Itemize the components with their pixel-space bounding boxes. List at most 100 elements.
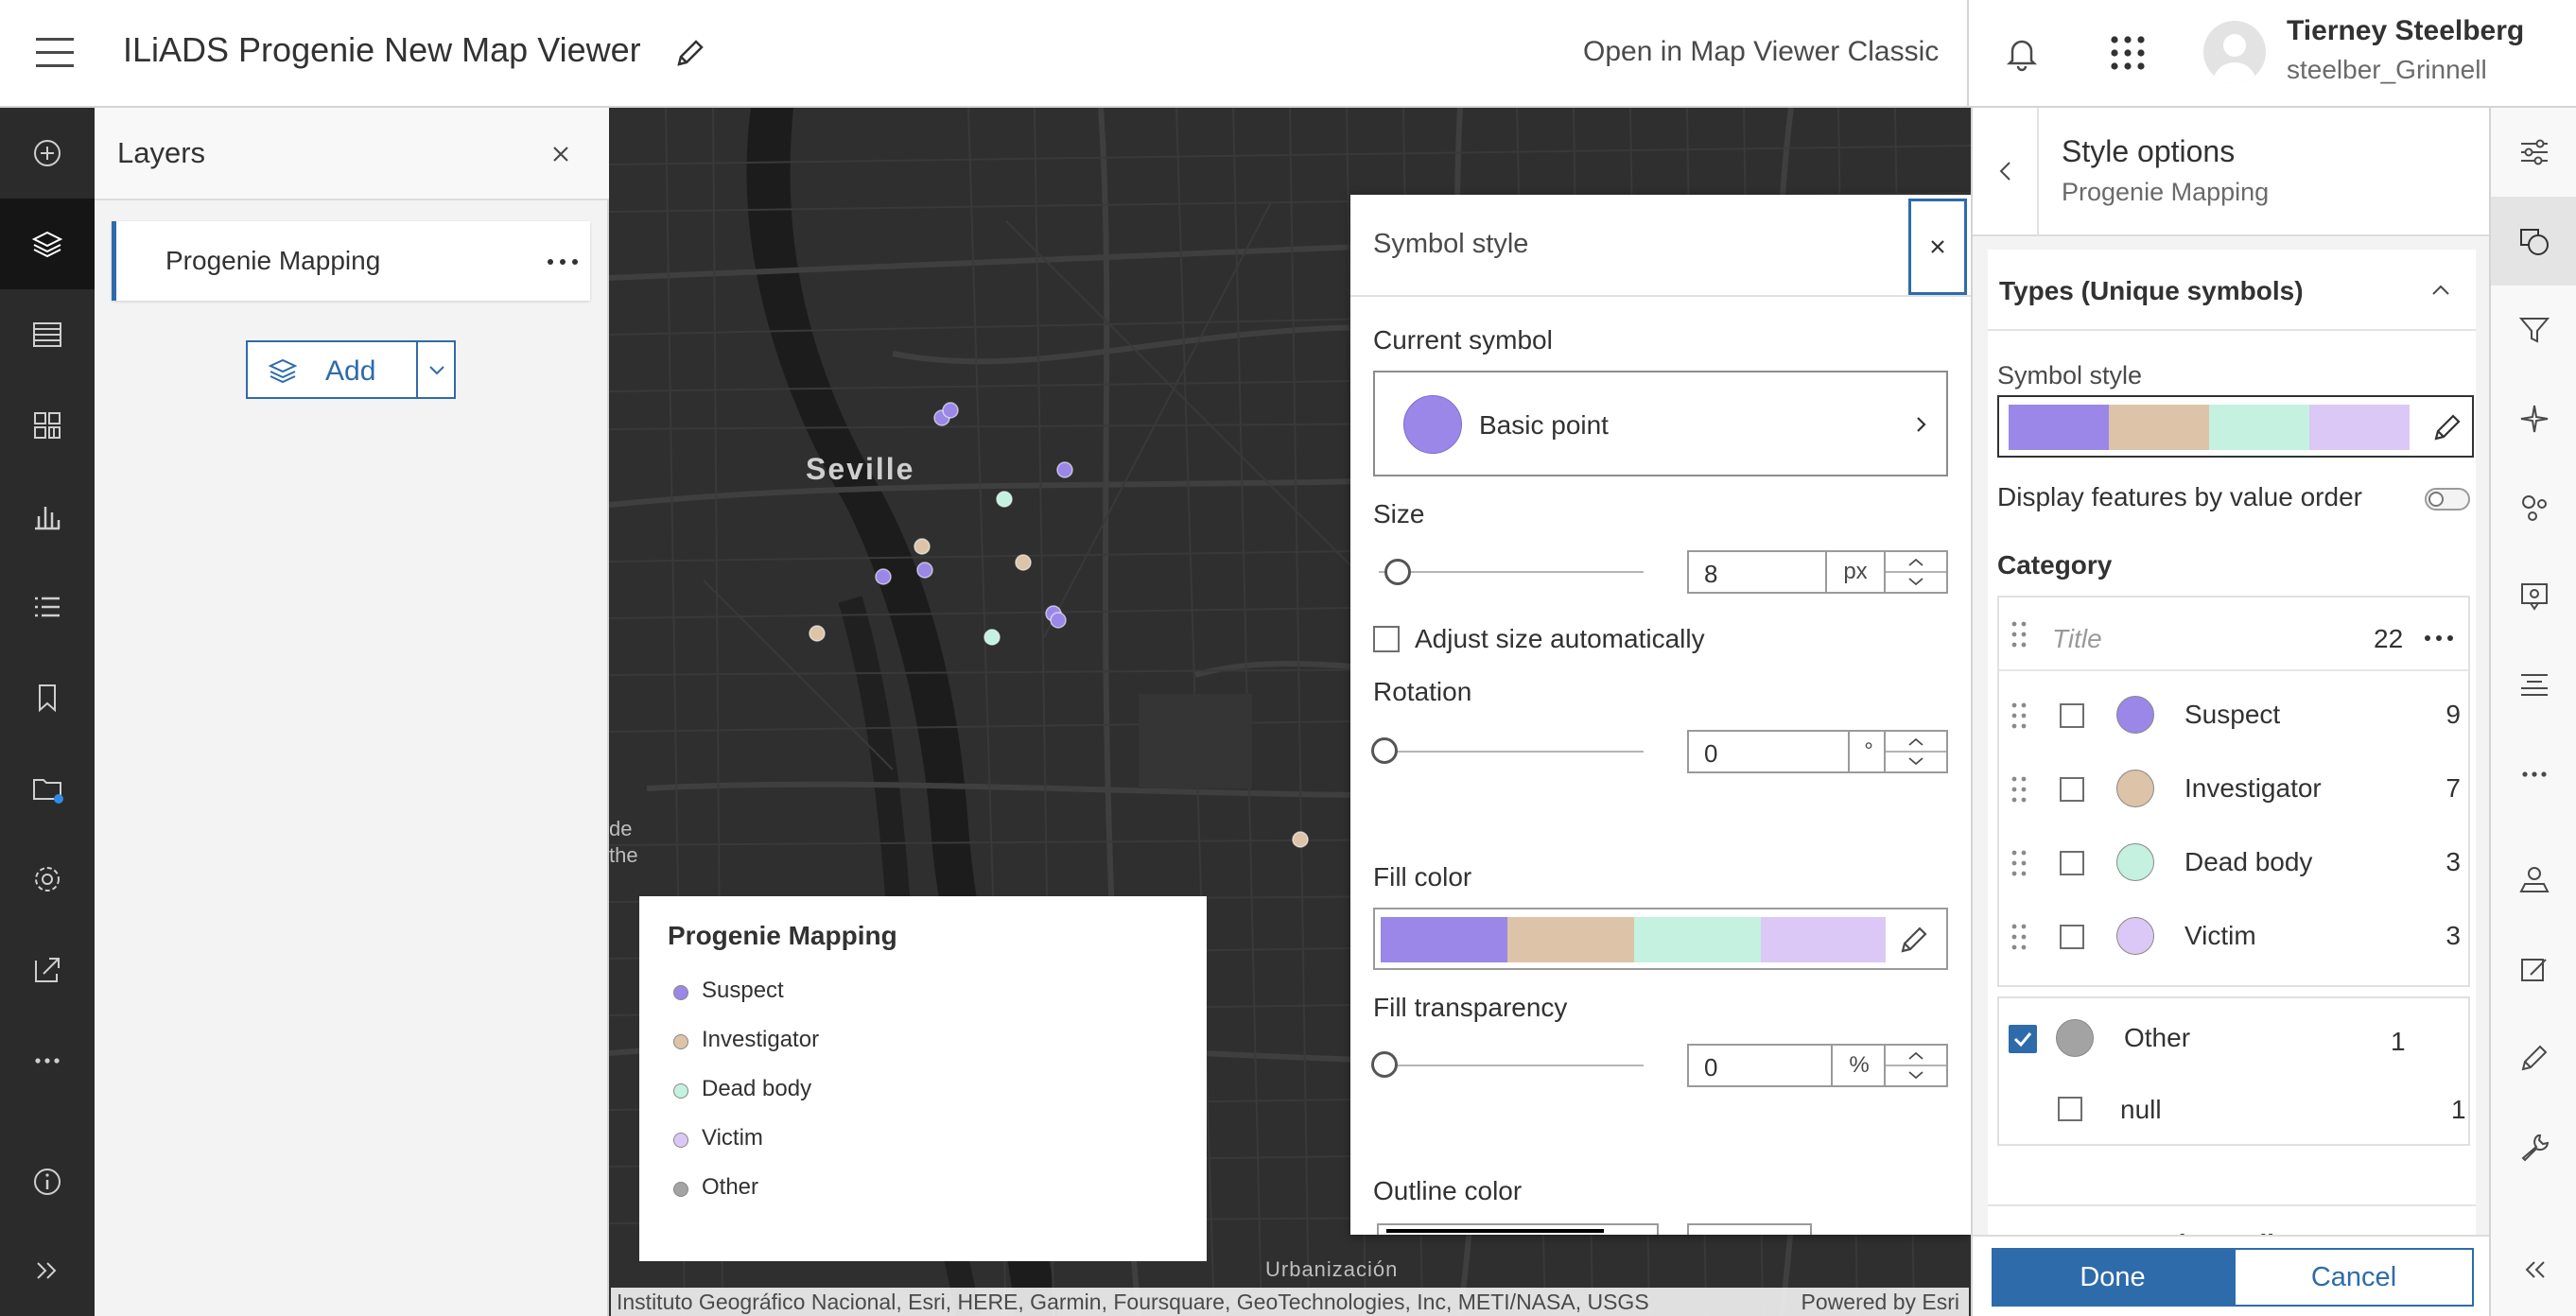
wrench-icon[interactable] [2491,1102,2576,1191]
app-launcher-icon[interactable] [2107,32,2149,74]
add-icon[interactable] [0,108,95,199]
clustering-icon[interactable] [2491,463,2576,552]
share-icon[interactable] [0,925,95,1015]
add-layer-button[interactable]: Add [246,340,418,399]
category-checkbox[interactable] [2060,777,2084,802]
category-title-input[interactable]: Title [2052,624,2102,654]
size-slider-thumb[interactable] [1384,559,1411,585]
rotation-input[interactable]: 0 ° [1687,730,1948,773]
other-checkbox[interactable] [2009,1025,2037,1053]
size-stepper[interactable] [1884,552,1946,592]
open-classic-link[interactable]: Open in Map Viewer Classic [1583,36,1939,68]
user-avatar[interactable] [2203,21,2266,83]
current-symbol-selector[interactable]: Basic point [1373,371,1948,476]
outline-width-input[interactable] [1687,1223,1812,1235]
powered-by-esri[interactable]: Powered by Esri [1801,1290,1959,1315]
user-name[interactable]: Tierney Steelberg [2287,15,2524,47]
category-checkbox[interactable] [2060,703,2084,728]
table-icon[interactable] [0,289,95,380]
size-input[interactable]: 8 px [1687,550,1948,594]
other-swatch[interactable] [2056,1019,2094,1057]
more-icon[interactable] [0,1015,95,1106]
rotation-slider-thumb[interactable] [1371,737,1398,764]
edit-pencil-icon[interactable] [1897,923,1931,957]
category-label[interactable]: Suspect [2184,700,2280,730]
category-label[interactable]: Investigator [2184,773,2322,804]
back-button[interactable] [1973,108,2039,236]
layer-item[interactable]: Progenie Mapping [112,221,590,301]
properties-icon[interactable] [2491,108,2576,197]
drag-handle-icon[interactable] [2010,620,2028,649]
add-dropdown-button[interactable] [418,340,456,399]
chart-icon[interactable] [0,471,95,562]
other-label[interactable]: Other [2124,1023,2190,1053]
fill-color-ramp[interactable] [1373,908,1948,970]
category-checkbox[interactable] [2060,851,2084,875]
drag-handle-icon[interactable] [2010,849,2028,877]
field-maps-icon[interactable] [2491,836,2576,925]
transparency-input[interactable]: 0 % [1687,1044,1948,1087]
null-checkbox[interactable] [2058,1097,2082,1121]
rotation-value[interactable]: 0 [1704,739,1717,769]
category-row[interactable]: Victim 3 [1999,900,2468,974]
category-row[interactable]: Suspect 9 [1999,679,2468,753]
styles-icon[interactable] [2491,197,2576,286]
bookmark-icon[interactable] [0,652,95,743]
settings-icon[interactable] [0,834,95,925]
outline-color-ramp[interactable] [1377,1223,1659,1235]
category-row[interactable]: Investigator 7 [1999,753,2468,826]
more-icon[interactable] [2491,730,2576,819]
transparency-stepper[interactable] [1884,1046,1946,1085]
close-icon[interactable] [547,140,575,168]
done-button[interactable]: Done [1992,1248,2234,1307]
cancel-button[interactable]: Cancel [2234,1248,2474,1307]
menu-icon[interactable] [34,34,76,72]
info-icon[interactable] [0,1136,95,1227]
rotation-slider-track[interactable] [1379,751,1644,753]
qr-icon[interactable] [0,380,95,471]
category-label[interactable]: Dead body [2184,847,2312,877]
filter-icon[interactable] [2491,286,2576,374]
drag-handle-icon[interactable] [2010,923,2028,951]
chevron-left-icon[interactable] [1993,159,2018,183]
symbol-style-ramp[interactable] [1997,395,2474,458]
display-order-toggle[interactable] [2425,488,2470,511]
size-slider-track[interactable] [1379,571,1644,573]
collapse-icon[interactable] [2491,1225,2576,1314]
notifications-bell-icon[interactable] [2001,32,2043,74]
category-swatch[interactable] [2116,696,2154,734]
edit-pencil-icon[interactable] [2430,410,2464,444]
transparency-value[interactable]: 0 [1704,1053,1717,1082]
layer-options-icon[interactable] [546,257,580,267]
adjust-size-label[interactable]: Adjust size automatically [1415,624,1705,654]
popups-icon[interactable] [2491,552,2576,641]
user-id[interactable]: steelber_Grinnell [2287,55,2487,85]
category-swatch[interactable] [2116,843,2154,881]
sketch-icon[interactable] [2491,925,2576,1013]
drag-handle-icon[interactable] [2010,775,2028,804]
category-checkbox[interactable] [2060,925,2084,949]
rotation-stepper[interactable] [1884,732,1946,771]
size-value[interactable]: 8 [1704,560,1717,589]
category-swatch[interactable] [2116,770,2154,807]
pencil-icon[interactable] [2491,1013,2576,1102]
effects-icon[interactable] [2491,374,2576,463]
map-attribution[interactable]: Instituto Geográfico Nacional, Esri, HER… [611,1288,1969,1316]
types-section-header[interactable]: Types (Unique symbols) [1988,250,2476,331]
chevron-up-icon[interactable] [2428,278,2453,303]
category-row[interactable]: Dead body 3 [1999,826,2468,900]
more-options-icon[interactable] [2423,633,2455,643]
legend-icon[interactable] [0,562,95,652]
category-label[interactable]: Victim [2184,921,2256,951]
transparency-slider-track[interactable] [1379,1065,1644,1066]
transparency-slider-thumb[interactable] [1371,1051,1398,1078]
drag-handle-icon[interactable] [2010,701,2028,730]
folder-icon[interactable] [0,743,95,834]
adjust-size-checkbox[interactable] [1373,626,1400,652]
category-swatch[interactable] [2116,917,2154,955]
edit-title-icon[interactable] [673,36,707,70]
close-popover-button[interactable] [1908,199,1967,295]
expand-icon[interactable] [0,1225,95,1316]
labels-icon[interactable] [2491,641,2576,730]
layers-icon[interactable] [0,199,95,289]
